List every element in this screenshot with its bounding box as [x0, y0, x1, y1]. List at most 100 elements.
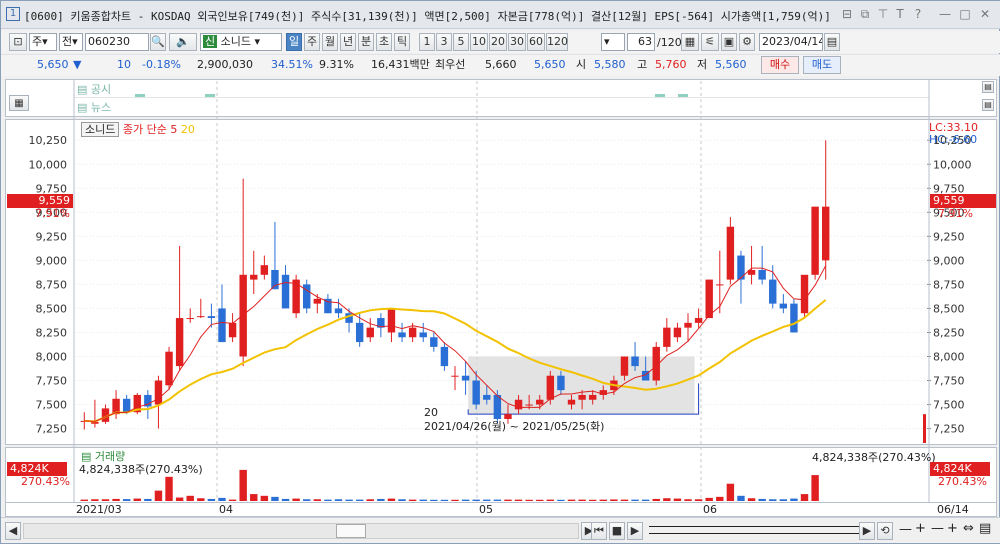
- best-ask: 5,660: [485, 58, 517, 71]
- range-slider[interactable]: [649, 526, 859, 534]
- interval-button[interactable]: 3: [436, 33, 452, 51]
- legend-ma5[interactable]: 종가 단순 5: [123, 123, 177, 136]
- period-button[interactable]: 일: [286, 33, 302, 51]
- scroll-track[interactable]: [23, 523, 579, 539]
- type-select[interactable]: 주▾: [29, 33, 57, 51]
- tool-icon-2[interactable]: ⚟: [701, 33, 719, 51]
- period-button[interactable]: 년: [340, 33, 356, 51]
- change-value: 10: [117, 58, 131, 71]
- reset-icon[interactable]: ⟲: [877, 522, 893, 540]
- play-icon[interactable]: ▶: [627, 522, 643, 540]
- low-label: 저: [697, 58, 708, 71]
- zoom-in-icon[interactable]: +: [915, 521, 926, 536]
- minimize-icon[interactable]: —: [937, 6, 953, 22]
- period-button[interactable]: 월: [322, 33, 338, 51]
- disclosure-label: ▤ 공시: [77, 83, 112, 96]
- gear-icon[interactable]: ⚙: [739, 33, 755, 51]
- scroll-thumb[interactable]: [336, 524, 366, 538]
- trade-amount: 16,431백만: [371, 58, 430, 71]
- turnover: 9.31%: [319, 58, 354, 71]
- date-axis: [5, 503, 997, 517]
- help-icon[interactable]: ?: [910, 6, 926, 22]
- high-price: 5,760: [655, 58, 687, 71]
- current-price: 5,650: [37, 58, 69, 71]
- window-title: [0600] 키움종합차트 - KOSDAQ 외국인보유[749(천)] 주식수…: [24, 10, 831, 23]
- bookmark-icon[interactable]: ⊟: [839, 6, 855, 22]
- date-label: 2021/03: [76, 503, 122, 516]
- blank-select[interactable]: ▾: [601, 33, 625, 51]
- chart-legend: 소니드 종가 단순 5 20: [81, 121, 195, 137]
- interval-button[interactable]: 60: [527, 33, 545, 51]
- interval-button[interactable]: 5: [453, 33, 469, 51]
- interval-button[interactable]: 1: [419, 33, 435, 51]
- interval-button[interactable]: 30: [508, 33, 526, 51]
- stock-name-select[interactable]: 신 소니드 ▾: [200, 33, 282, 51]
- period-button[interactable]: 초: [376, 33, 392, 51]
- scroll-left-icon[interactable]: ◀: [5, 522, 21, 540]
- period-button[interactable]: 분: [358, 33, 374, 51]
- period-button[interactable]: 주: [304, 33, 320, 51]
- interval-button[interactable]: 20: [489, 33, 507, 51]
- sell-button[interactable]: 매도: [803, 56, 841, 74]
- pin-icon[interactable]: ⊤: [875, 6, 891, 22]
- market-select[interactable]: 전▾: [59, 33, 83, 51]
- zoom-in-icon-2[interactable]: +: [947, 521, 958, 536]
- date-input[interactable]: 2023/04/14: [759, 33, 823, 51]
- zoom-out-icon-2[interactable]: —: [931, 521, 944, 536]
- right-vol-pct: 270.43%: [938, 475, 987, 488]
- first-icon[interactable]: ⏮: [591, 522, 607, 540]
- open-label: 시: [576, 58, 587, 71]
- tool-icon-1[interactable]: ▦: [681, 33, 699, 51]
- left-vol-tag: 4,824K: [7, 462, 67, 476]
- best-bid: 5,650: [534, 58, 566, 71]
- left-pct-tag: 7.91%: [35, 207, 70, 220]
- left-vol-pct: 270.43%: [21, 475, 70, 488]
- interval-button[interactable]: 120: [546, 33, 568, 51]
- speaker-icon[interactable]: 🔈: [169, 33, 197, 51]
- volume-value: 4,824,338주(270.43%): [79, 463, 203, 476]
- stop-icon[interactable]: ■: [609, 522, 625, 540]
- strip-toggle-icon[interactable]: ▤: [982, 81, 994, 93]
- change-arrow: ▼: [73, 58, 82, 71]
- buy-button[interactable]: 매수: [761, 56, 799, 74]
- current-price-tag: 9,559: [930, 194, 996, 208]
- disclosure-marker: [135, 94, 145, 97]
- text-icon[interactable]: T: [892, 6, 908, 22]
- period-button[interactable]: 틱: [394, 33, 410, 51]
- code-input[interactable]: 060230: [85, 33, 149, 51]
- disclosure-marker: [205, 94, 215, 97]
- maximize-icon[interactable]: □: [957, 6, 973, 22]
- strip-toggle-icon[interactable]: ▤: [982, 99, 994, 111]
- menu-icon[interactable]: ▤: [979, 521, 991, 536]
- save-icon[interactable]: ▣: [721, 33, 737, 51]
- grid-toggle-icon[interactable]: ▦: [9, 95, 29, 111]
- title-bar: 1 [0600] 키움종합차트 - KOSDAQ 외국인보유[749(천)] 주…: [1, 1, 1000, 29]
- legend-ma20[interactable]: 20: [181, 123, 195, 136]
- date-label: 06: [703, 503, 717, 516]
- legend-stock[interactable]: 소니드: [81, 122, 120, 137]
- date-label: 05: [479, 503, 493, 516]
- info-strips: [5, 79, 997, 117]
- scroll-end-icon[interactable]: ▶: [859, 522, 875, 540]
- resize-icon[interactable]: ⧉: [857, 6, 873, 22]
- price-panel: [5, 119, 997, 445]
- selection-range: 2021/04/26(월) ~ 2021/05/25(화): [424, 420, 605, 433]
- low-price: 5,560: [715, 58, 747, 71]
- chart-settings-icon[interactable]: ⊡: [9, 33, 27, 51]
- volume-ratio: 34.51%: [271, 58, 313, 71]
- change-pct: -0.18%: [142, 58, 181, 71]
- interval-button[interactable]: 10: [470, 33, 488, 51]
- zoom-out-icon[interactable]: —: [899, 522, 912, 537]
- best-priority-label: 최우선: [435, 58, 466, 71]
- count-input[interactable]: 63: [627, 33, 655, 51]
- split-icon[interactable]: ⇔: [963, 521, 974, 536]
- search-icon[interactable]: 🔍: [150, 33, 166, 51]
- bottom-bar: ◀ ▶ ⏮ ■ ▶ ▶ ⟲ — + — + ⇔ ▤: [1, 517, 1000, 543]
- right-vol-tag: 4,824K: [930, 462, 990, 476]
- calendar-icon[interactable]: ▤: [824, 33, 840, 51]
- disclosure-marker: [655, 94, 665, 97]
- date-label: 04: [219, 503, 233, 516]
- high-label: 고: [637, 58, 648, 71]
- left-price-tag: 9,559: [7, 194, 73, 208]
- close-icon[interactable]: ✕: [977, 6, 993, 22]
